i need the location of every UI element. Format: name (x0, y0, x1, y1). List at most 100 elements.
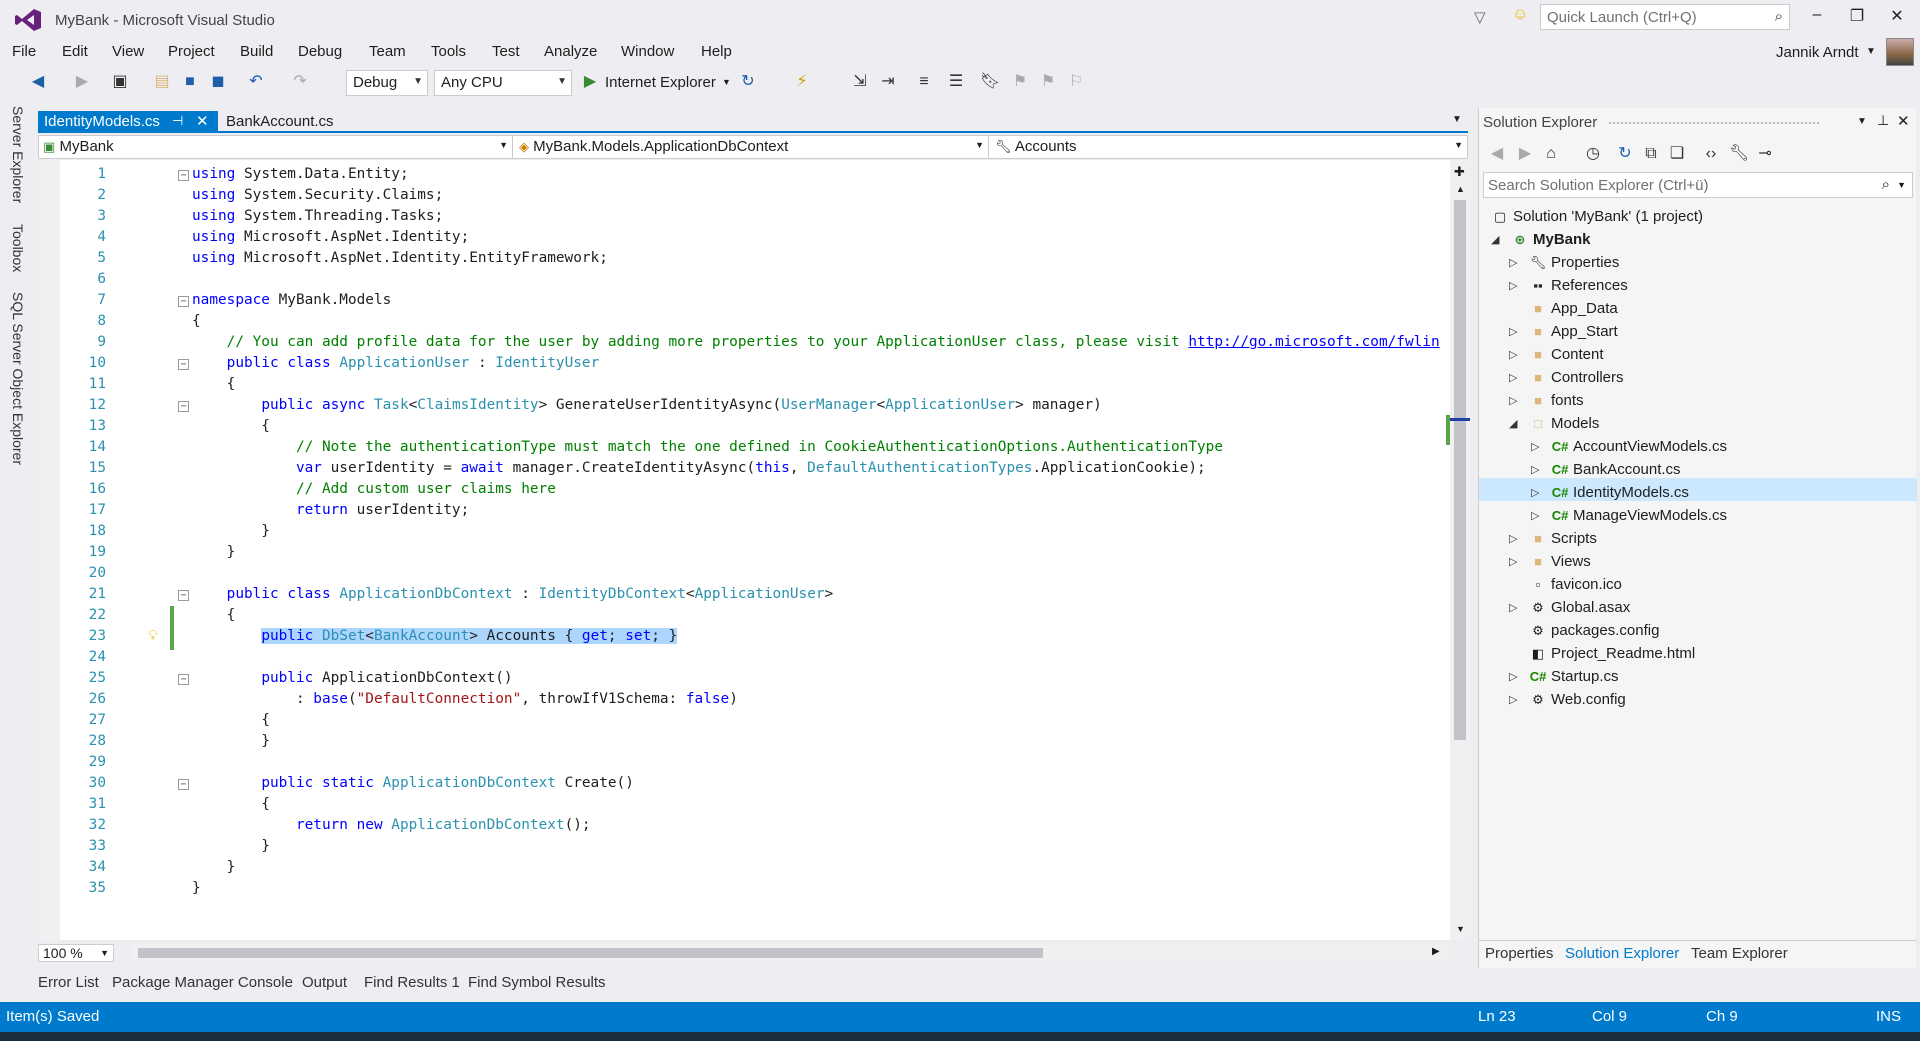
collapsed-icon[interactable]: ▷ (1509, 371, 1517, 384)
solution-config-select[interactable]: Debug ▼ (346, 70, 428, 96)
tab-identitymodels[interactable]: IdentityModels.cs ⊣ ✕ (38, 111, 218, 133)
forward-icon[interactable]: ▶ (1515, 144, 1535, 164)
collapsed-icon[interactable]: ▷ (1509, 670, 1517, 683)
close-icon[interactable]: ✕ (196, 112, 209, 130)
scroll-thumb[interactable] (1454, 200, 1466, 740)
undo-icon[interactable]: ↶ (246, 72, 266, 92)
menu-build[interactable]: Build (240, 43, 273, 60)
tree-item-content[interactable]: ▷ ■ Content (1509, 346, 1604, 369)
run-target-button[interactable]: Internet Explorer (605, 74, 716, 91)
tree-item-identitymodels[interactable]: ▷ C# IdentityModels.cs (1531, 484, 1689, 507)
menu-help[interactable]: Help (701, 43, 732, 60)
tab-solution-explorer[interactable]: Solution Explorer (1565, 945, 1679, 962)
collapsed-icon[interactable]: ▷ (1509, 601, 1517, 614)
menu-window[interactable]: Window (621, 43, 674, 60)
feedback-smiley-icon[interactable]: ☺ (1512, 6, 1528, 24)
tab-team-explorer[interactable]: Team Explorer (1691, 945, 1788, 962)
panel-menu-icon[interactable]: ▼ (1857, 116, 1867, 127)
tree-item-project-readme[interactable]: ◧ Project_Readme.html (1529, 645, 1695, 668)
lightbulb-icon[interactable]: 💡︎ (148, 628, 158, 644)
collapse-icon[interactable]: − (178, 590, 189, 601)
tab-package-manager-console[interactable]: Package Manager Console (112, 974, 293, 991)
tree-item-global-asax[interactable]: ▷ ⚙ Global.asax (1509, 599, 1630, 622)
menu-test[interactable]: Test (492, 43, 520, 60)
collapsed-icon[interactable]: ▷ (1531, 486, 1539, 499)
tab-server-explorer[interactable]: Server Explorer (10, 106, 26, 203)
tab-properties[interactable]: Properties (1485, 945, 1553, 962)
menu-view[interactable]: View (112, 43, 144, 60)
tree-item-startup[interactable]: ▷ C# Startup.cs (1509, 668, 1619, 691)
collapse-icon[interactable]: − (178, 170, 189, 181)
menu-analyze[interactable]: Analyze (544, 43, 597, 60)
zoom-select[interactable]: 100 % ▼ (38, 944, 114, 962)
collapse-icon[interactable]: − (178, 359, 189, 370)
clear-bookmarks-icon[interactable]: ⚐ (1066, 72, 1086, 92)
tree-item-controllers[interactable]: ▷ ■ Controllers (1509, 369, 1624, 392)
properties-icon[interactable]: 🔧︎ (1729, 144, 1749, 164)
user-dropdown-icon[interactable]: ▼ (1866, 46, 1876, 57)
tree-project[interactable]: ◢ ⊕ MyBank (1491, 231, 1591, 254)
open-file-icon[interactable]: ▤ (152, 72, 172, 92)
collapsed-icon[interactable]: ▷ (1509, 348, 1517, 361)
scroll-right-icon[interactable]: ▶ (1432, 946, 1440, 957)
tree-item-bankaccount[interactable]: ▷ C# BankAccount.cs (1531, 461, 1681, 484)
tab-error-list[interactable]: Error List (38, 974, 99, 991)
pin-icon[interactable]: ⊣ (172, 113, 183, 129)
preview-icon[interactable]: ⊸ (1755, 144, 1775, 164)
refresh-icon[interactable]: ↻ (738, 72, 758, 92)
navigate-forward-icon[interactable]: ▶ (72, 72, 92, 92)
collapsed-icon[interactable]: ▷ (1531, 463, 1539, 476)
menu-team[interactable]: Team (369, 43, 406, 60)
tree-item-app-start[interactable]: ▷ ■ App_Start (1509, 323, 1618, 346)
new-project-icon[interactable]: ▣ (110, 72, 130, 92)
collapsed-icon[interactable]: ▷ (1509, 555, 1517, 568)
step-into-icon[interactable]: ⇲ (850, 72, 870, 92)
tree-item-properties[interactable]: ▷ 🔧︎ Properties (1509, 254, 1619, 277)
tree-item-manageviewmodels[interactable]: ▷ C# ManageViewModels.cs (1531, 507, 1727, 530)
tree-item-accountviewmodels[interactable]: ▷ C# AccountViewModels.cs (1531, 438, 1727, 461)
doc-link[interactable]: http://go.microsoft.com/fwlin (1188, 334, 1439, 350)
close-icon[interactable]: ✕ (1897, 112, 1910, 130)
menu-edit[interactable]: Edit (62, 43, 88, 60)
show-all-files-icon[interactable]: ❏ (1667, 144, 1687, 164)
menu-tools[interactable]: Tools (431, 43, 466, 60)
bookmark-icon[interactable]: 🔖︎ (980, 72, 1000, 92)
indent-icon[interactable]: ≡ (914, 72, 934, 92)
pin-icon[interactable]: ⊥ (1877, 112, 1889, 129)
save-icon[interactable]: ■ (180, 72, 200, 92)
tab-sql-server-object-explorer[interactable]: SQL Server Object Explorer (10, 292, 26, 465)
solution-search-input[interactable]: Search Solution Explorer (Ctrl+ü) ⌕ ▼ (1483, 172, 1913, 198)
home-icon[interactable]: ⌂ (1541, 144, 1561, 164)
horizontal-scrollbar[interactable]: ▶ (132, 944, 1450, 962)
menu-debug[interactable]: Debug (298, 43, 342, 60)
tree-item-views[interactable]: ▷ ■ Views (1509, 553, 1591, 576)
user-name[interactable]: Jannik Arndt (1776, 44, 1859, 61)
tree-item-models[interactable]: ◢ □ Models (1509, 415, 1599, 438)
tree-item-scripts[interactable]: ▷ ■ Scripts (1509, 530, 1597, 553)
code-area[interactable]: 1− using System.Data.Entity; 2 using Syste… (60, 166, 1450, 936)
split-view-icon[interactable]: ✚ (1454, 164, 1465, 180)
type-select[interactable]: ◈ MyBank.Models.ApplicationDbContext ▼ (515, 136, 989, 158)
menu-file[interactable]: File (12, 43, 36, 60)
start-debugging-icon[interactable]: ▶ (580, 72, 600, 92)
tree-item-favicon[interactable]: ▫ favicon.ico (1529, 576, 1622, 599)
collapsed-icon[interactable]: ▷ (1531, 440, 1539, 453)
expanded-icon[interactable]: ◢ (1491, 233, 1499, 246)
tab-toolbox[interactable]: Toolbox (10, 224, 26, 272)
quick-launch-input[interactable]: Quick Launch (Ctrl+Q) ⌕ (1540, 4, 1790, 30)
member-select[interactable]: 🔧︎ Accounts ▼ (991, 136, 1467, 158)
view-code-icon[interactable]: ‹› (1701, 144, 1721, 164)
pending-changes-icon[interactable]: ◷ (1583, 144, 1603, 164)
tree-item-app-data[interactable]: ■ App_Data (1529, 300, 1618, 323)
minimize-button[interactable]: – (1802, 6, 1832, 30)
menu-project[interactable]: Project (168, 43, 215, 60)
restore-button[interactable]: ❐ (1842, 6, 1872, 30)
tree-solution[interactable]: ▢ Solution 'MyBank' (1 project) (1491, 208, 1703, 231)
tab-find-symbol-results[interactable]: Find Symbol Results (468, 974, 606, 991)
avatar[interactable] (1886, 38, 1914, 66)
project-select[interactable]: ▣ MyBank ▼ (39, 136, 513, 158)
refresh-icon[interactable]: ↻ (1615, 144, 1635, 164)
chevron-down-icon[interactable]: ▼ (722, 77, 731, 87)
collapsed-icon[interactable]: ▷ (1509, 325, 1517, 338)
platform-select[interactable]: Any CPU ▼ (434, 70, 572, 96)
